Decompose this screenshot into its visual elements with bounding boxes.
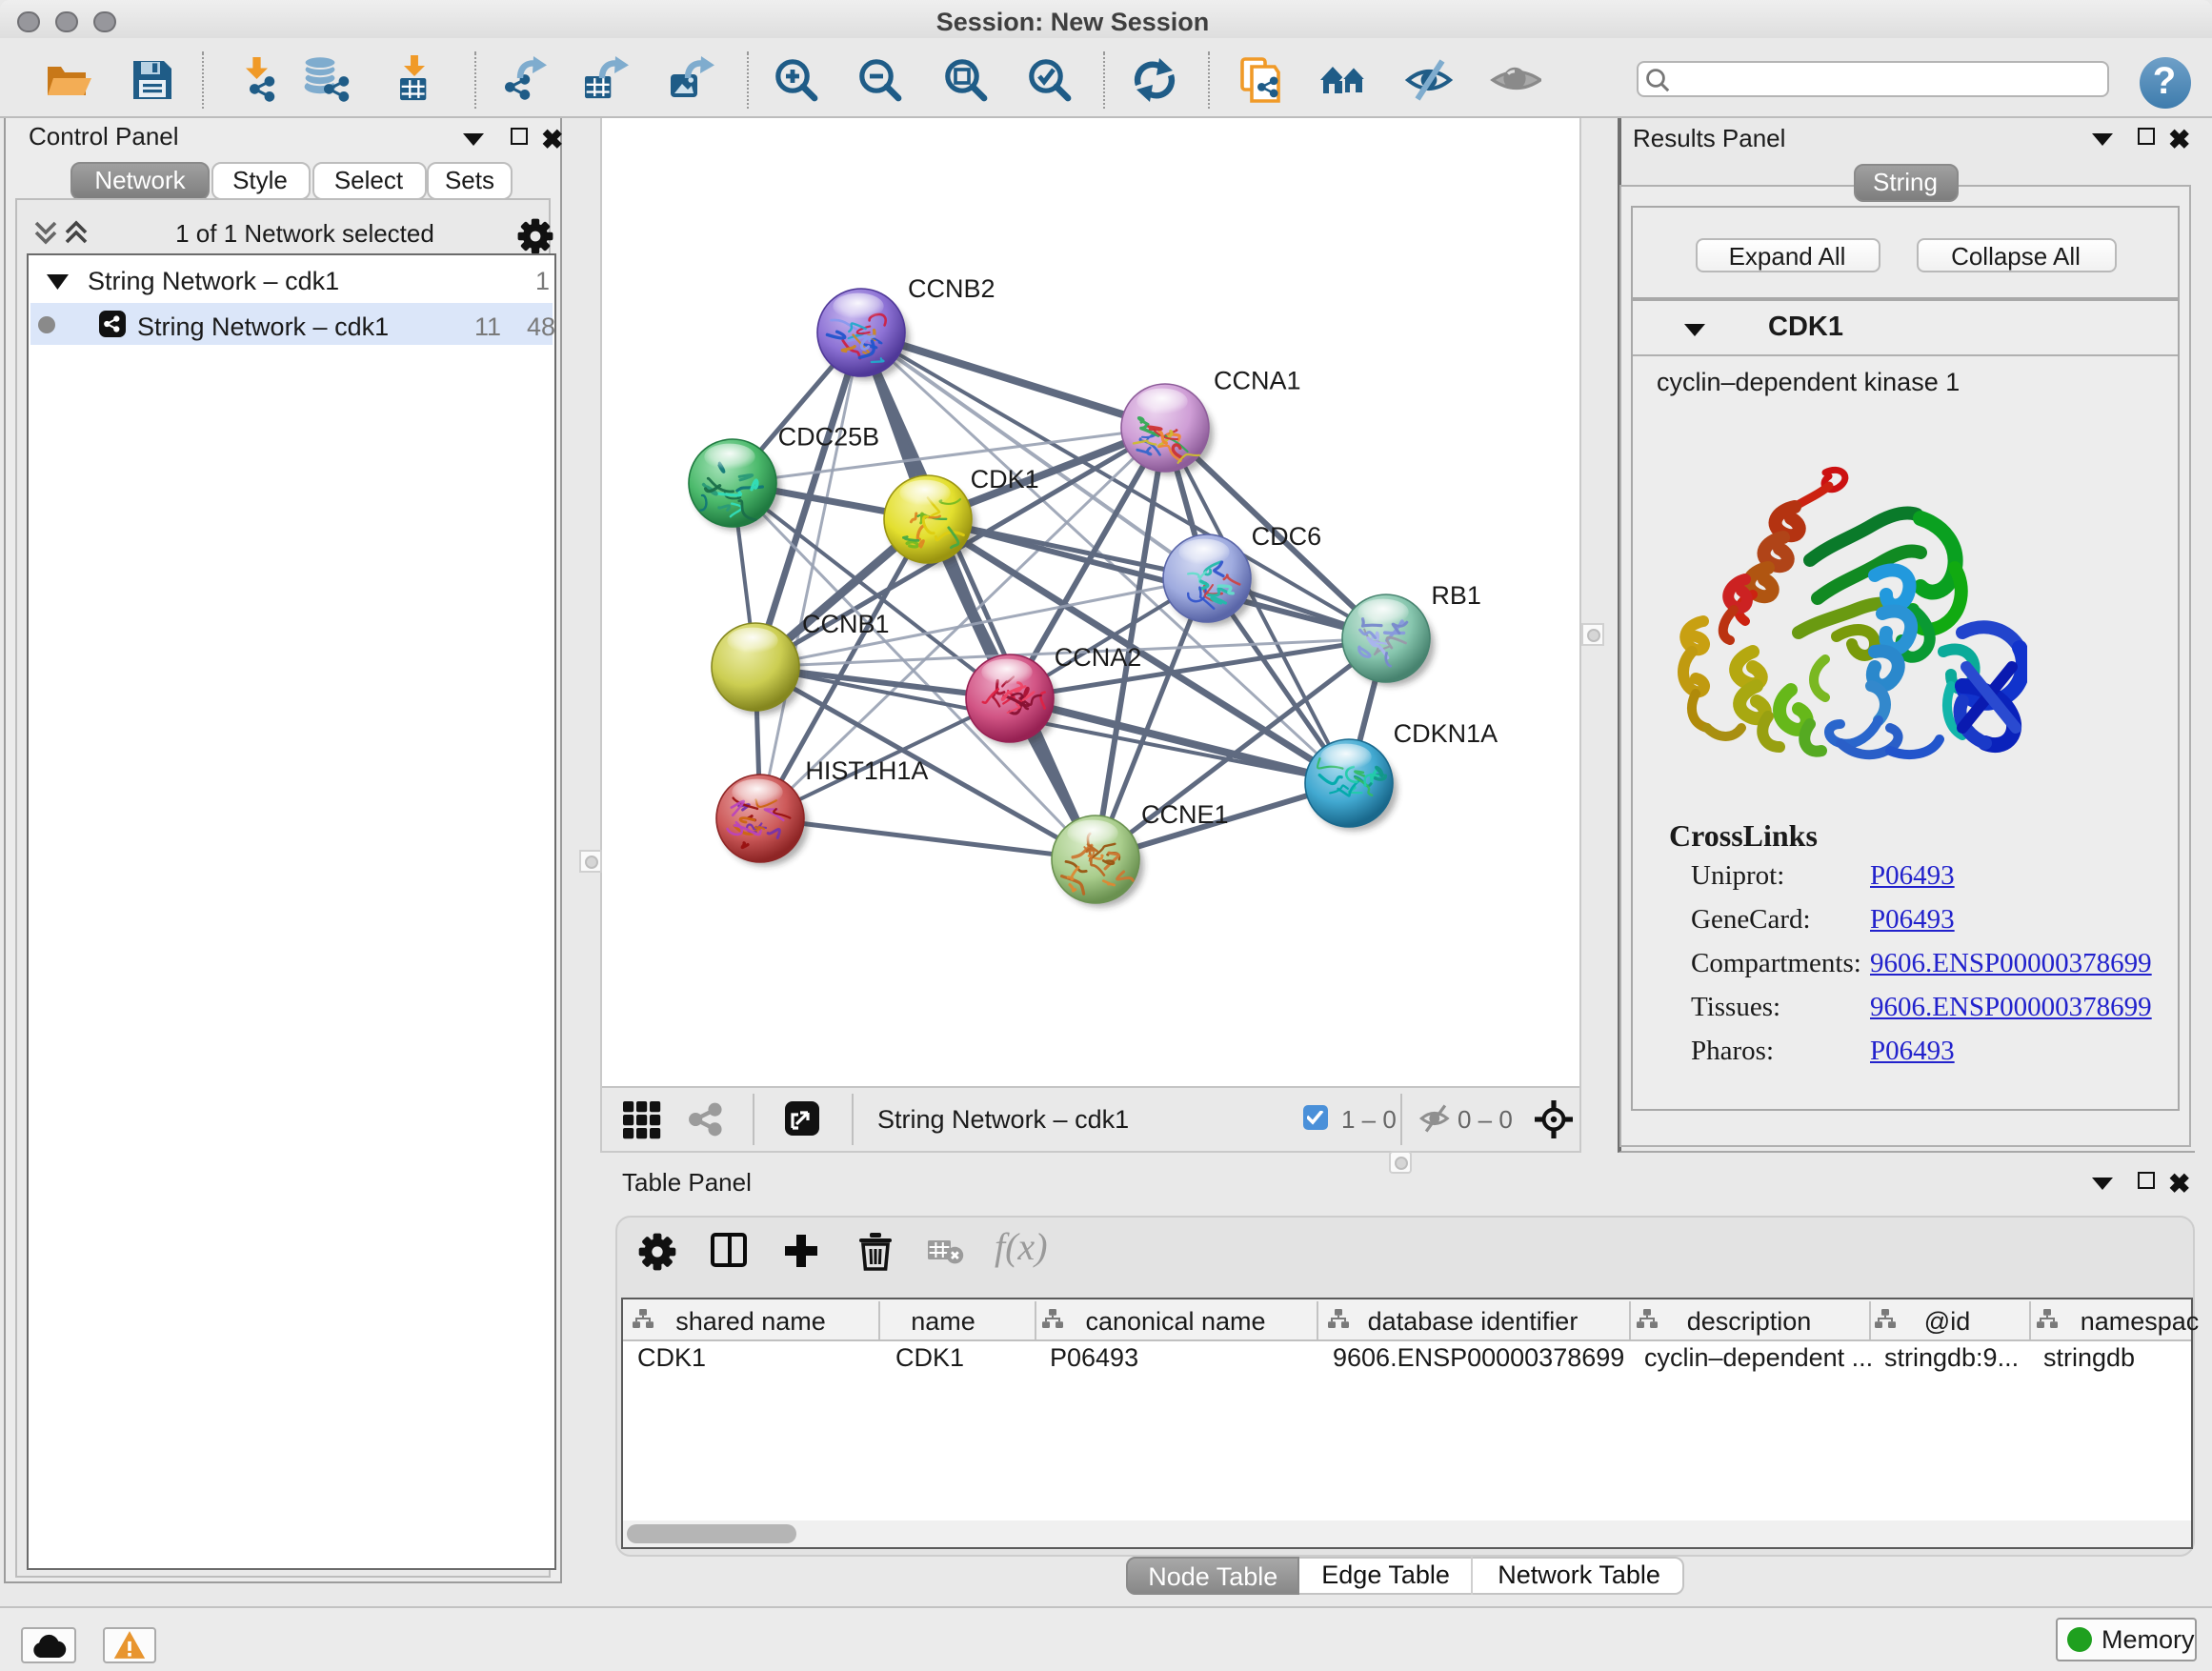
svg-text:CDKN1A: CDKN1A	[1394, 719, 1498, 748]
svg-text:HIST1H1A: HIST1H1A	[805, 756, 928, 785]
svg-text:CCNA1: CCNA1	[1214, 367, 1301, 395]
svg-text:CDC25B: CDC25B	[778, 423, 880, 452]
svg-text:CCNE1: CCNE1	[1141, 800, 1229, 829]
svg-text:CDK1: CDK1	[971, 465, 1039, 493]
svg-text:CDC6: CDC6	[1252, 522, 1322, 551]
svg-text:CCNB1: CCNB1	[802, 610, 890, 638]
svg-text:CCNB2: CCNB2	[908, 274, 995, 303]
svg-text:CCNA2: CCNA2	[1055, 643, 1142, 672]
svg-text:RB1: RB1	[1431, 581, 1481, 610]
